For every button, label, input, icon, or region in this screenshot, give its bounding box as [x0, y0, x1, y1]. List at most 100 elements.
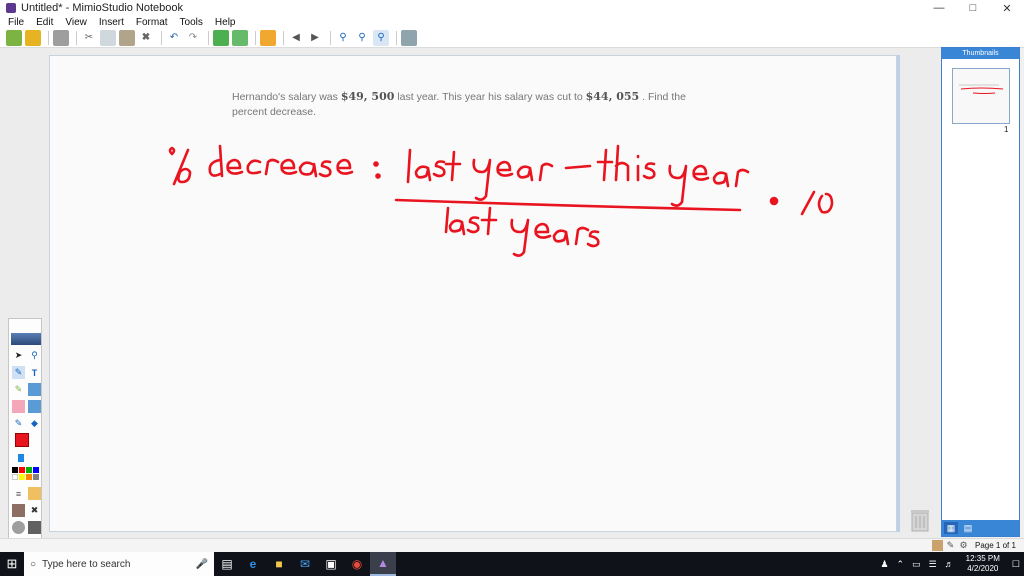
tool-palette: ➤ ⚲ ✎ T ✎ ✎ ◆ ≡ ✖	[8, 318, 42, 552]
color-red[interactable]	[19, 467, 25, 473]
task-view-icon[interactable]: ▤	[214, 552, 240, 576]
select-icon[interactable]: ➤	[12, 349, 25, 362]
toolbar-separator	[283, 30, 284, 45]
insert-page-icon[interactable]	[232, 29, 248, 46]
volume-icon[interactable]: ♬	[945, 559, 954, 569]
color-orange[interactable]	[26, 474, 32, 480]
undo-icon[interactable]: ↶	[166, 30, 182, 46]
microphone-icon[interactable]: 🎤	[196, 559, 208, 570]
color-blue[interactable]	[33, 467, 39, 473]
color-white[interactable]	[12, 474, 18, 480]
menu-edit[interactable]: Edit	[36, 17, 53, 28]
thumbnails-header: Thumbnails	[942, 48, 1019, 59]
zoom-out-icon[interactable]: ⚲	[354, 30, 370, 46]
settings-status-icon[interactable]: ⚙	[958, 540, 969, 551]
menu-file[interactable]: File	[8, 17, 24, 28]
menu-tools[interactable]: Tools	[180, 17, 203, 28]
line-width-icon[interactable]	[18, 454, 24, 462]
status-icons: ✎ ⚙	[932, 540, 971, 551]
screen-icon[interactable]	[28, 521, 41, 534]
line-style-icon[interactable]: ≡	[12, 487, 25, 500]
toolbar-separator	[208, 30, 209, 45]
print-icon[interactable]	[53, 29, 69, 46]
color-yellow[interactable]	[19, 474, 25, 480]
tools-icon[interactable]: ✖	[28, 504, 41, 517]
pen-status-icon[interactable]: ✎	[945, 540, 956, 551]
battery-icon[interactable]: ▭	[912, 559, 921, 570]
zoom-fit-icon[interactable]: ⚲	[373, 29, 389, 46]
notebook-page[interactable]: Hernando's salary was $49, 500 last year…	[49, 55, 897, 532]
shape-icon[interactable]	[28, 383, 41, 396]
show-hidden-icons[interactable]: ⌃	[897, 559, 905, 570]
eraser-icon[interactable]	[12, 400, 25, 413]
open-icon[interactable]	[6, 29, 22, 46]
minimize-button[interactable]: —	[922, 0, 956, 16]
notifications-icon[interactable]: ☐	[1012, 559, 1020, 570]
close-button[interactable]: ✕	[990, 0, 1024, 16]
color-green[interactable]	[26, 467, 32, 473]
previous-page-icon[interactable]: ◀	[288, 30, 304, 46]
thumbnails-tab-icon[interactable]: ▦	[944, 522, 958, 534]
page-scroll-strip[interactable]	[897, 55, 900, 532]
taskbar-search[interactable]: ○ Type here to search 🎤	[24, 552, 214, 576]
ink-numerator	[406, 144, 750, 207]
system-tray: ♟ ⌃ ▭ ☰ ♬ 12:35 PM 4/2/2020 ☐	[876, 554, 1024, 574]
next-page-icon[interactable]: ▶	[307, 30, 323, 46]
page-indicator: Page 1 of 1	[975, 541, 1016, 550]
thumbnail-number: 1	[1004, 125, 1009, 134]
color-gray[interactable]	[33, 474, 39, 480]
notebook-icon[interactable]	[932, 540, 943, 551]
color-black[interactable]	[12, 467, 18, 473]
pen-preview-icon	[11, 333, 41, 345]
save-icon[interactable]	[25, 29, 41, 46]
toolbar-separator	[161, 30, 162, 45]
current-color-swatch[interactable]	[15, 433, 29, 447]
menu-help[interactable]: Help	[215, 17, 236, 28]
new-page-icon[interactable]	[213, 29, 229, 46]
edge-icon[interactable]: e	[240, 552, 266, 576]
store-icon[interactable]: ▣	[318, 552, 344, 576]
cut-icon[interactable]: ✂	[81, 30, 97, 46]
clock-date: 4/2/2020	[967, 564, 999, 573]
handwritten-ink	[168, 144, 834, 257]
menu-view[interactable]: View	[65, 17, 87, 28]
eyedropper-icon[interactable]: ✎	[12, 417, 25, 430]
menu-format[interactable]: Format	[136, 17, 168, 28]
toolbar: ✂ ✖ ↶ ↷ ◀ ▶ ⚲ ⚲ ⚲	[0, 28, 1024, 48]
zoom-tool-icon[interactable]: ⚲	[28, 349, 41, 362]
arrange-icon[interactable]	[28, 487, 41, 500]
title-bar: Untitled* - MimioStudio Notebook — □ ✕	[0, 0, 1024, 16]
panel-tabs: ▦ ▤	[942, 520, 1019, 536]
paste-icon[interactable]	[119, 29, 135, 46]
gallery-icon[interactable]	[12, 504, 25, 517]
app-icon	[6, 3, 16, 13]
people-icon[interactable]: ♟	[880, 559, 888, 570]
display-icon[interactable]	[401, 29, 417, 46]
collaboration-icon[interactable]	[260, 29, 276, 46]
folder-tab-icon[interactable]: ▤	[961, 522, 975, 534]
image-icon[interactable]	[28, 400, 41, 413]
fill-icon[interactable]: ◆	[28, 417, 41, 430]
file-explorer-icon[interactable]: ■	[266, 552, 292, 576]
chrome-icon[interactable]: ◉	[344, 552, 370, 576]
pen-icon[interactable]: ✎	[12, 366, 25, 379]
windows-start-icon[interactable]: ⊞	[0, 552, 24, 576]
maximize-button[interactable]: □	[956, 0, 990, 16]
recorder-icon[interactable]	[12, 521, 25, 534]
text-icon[interactable]: T	[28, 366, 41, 379]
redo-icon[interactable]: ↷	[185, 30, 201, 46]
mimio-taskbar-icon[interactable]: ▲	[370, 552, 396, 576]
zoom-in-icon[interactable]: ⚲	[335, 30, 351, 46]
page-thumbnail[interactable]	[952, 68, 1010, 124]
network-icon[interactable]: ☰	[929, 559, 937, 570]
menu-insert[interactable]: Insert	[99, 17, 124, 28]
delete-icon[interactable]: ✖	[138, 30, 154, 46]
ink-denominator	[444, 206, 600, 257]
mail-icon[interactable]: ✉	[292, 552, 318, 576]
copy-icon[interactable]	[100, 29, 116, 46]
toolbar-separator	[396, 30, 397, 45]
highlighter-icon[interactable]: ✎	[12, 383, 25, 396]
trash-icon[interactable]	[910, 508, 930, 532]
toolbar-separator	[48, 30, 49, 45]
clock[interactable]: 12:35 PM 4/2/2020	[966, 554, 1000, 574]
